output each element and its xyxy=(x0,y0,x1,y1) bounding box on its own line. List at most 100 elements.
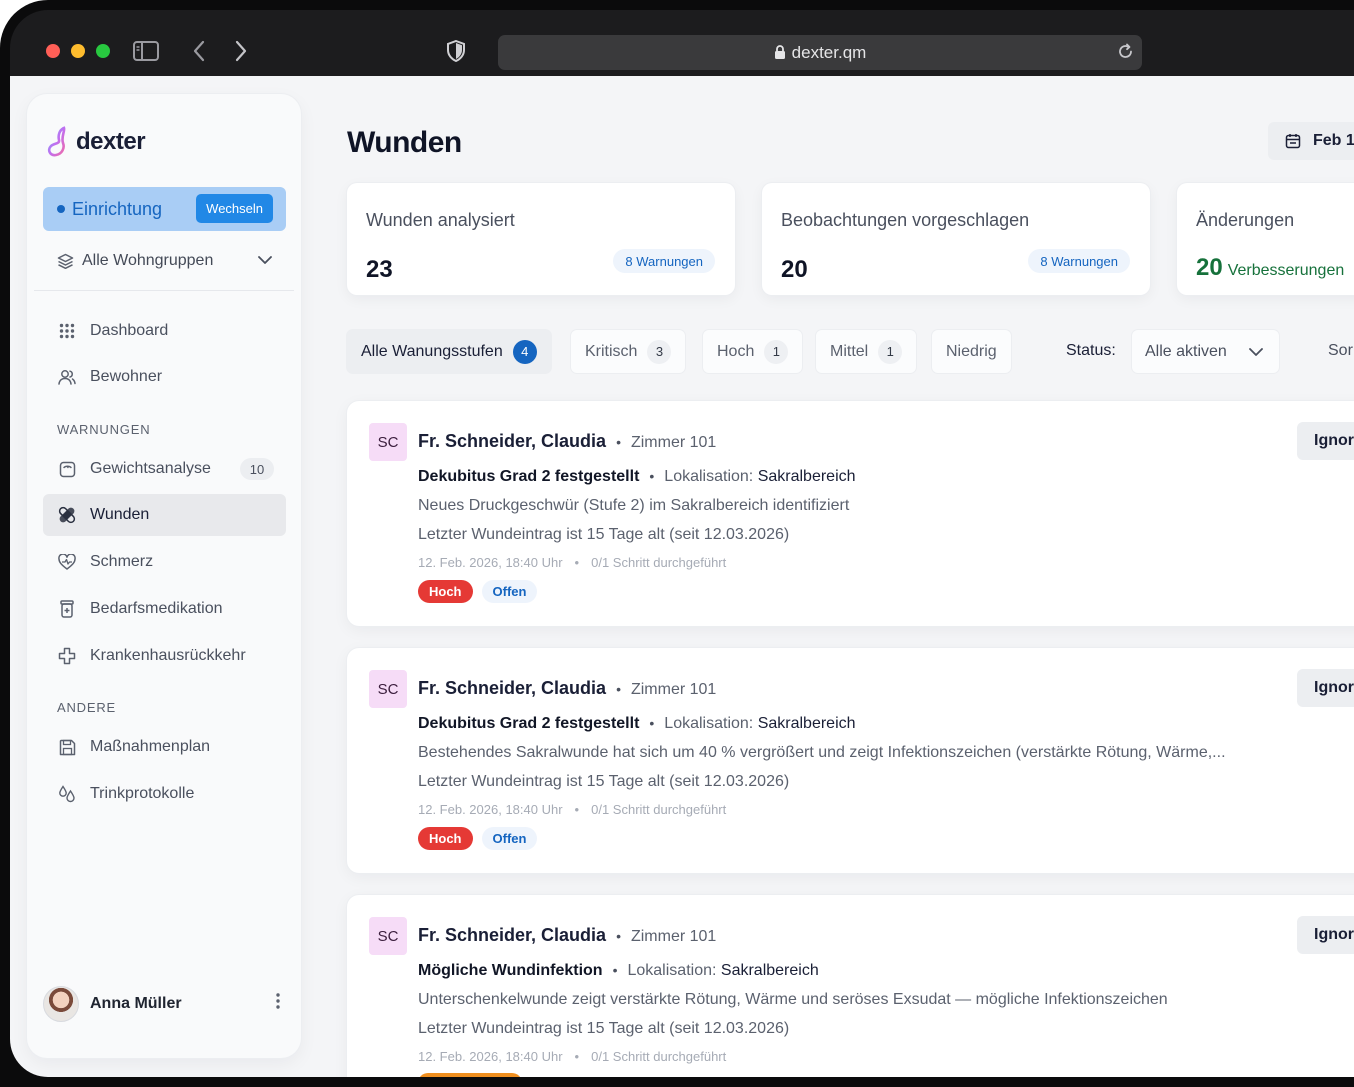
filter-chip-critical[interactable]: Kritisch 3 xyxy=(571,330,686,373)
warning-card[interactable]: SC Fr. Schneider, Claudia • Zimmer 101 D… xyxy=(347,401,1354,626)
section-heading-other: ANDERE xyxy=(57,700,116,715)
patient-name[interactable]: Fr. Schneider, Claudia xyxy=(418,431,606,452)
stat-title: Beobachtungen vorgeschlagen xyxy=(781,210,1030,230)
users-icon xyxy=(57,367,77,387)
count-badge: 10 xyxy=(240,458,274,480)
facility-label: Einrichtung xyxy=(72,198,163,219)
status-select-value: Alle aktiven xyxy=(1145,342,1227,360)
patient-name[interactable]: Fr. Schneider, Claudia xyxy=(418,678,606,699)
sidebar-item-bewohner[interactable]: Bewohner xyxy=(43,356,286,398)
filter-chip-medium[interactable]: Mittel 1 xyxy=(816,330,917,373)
shield-icon[interactable] xyxy=(446,38,466,64)
diagnosis-title: Dekubitus Grad 2 festgestellt xyxy=(418,468,640,485)
last-entry-note: Letzter Wundeintrag ist 15 Tage alt (sei… xyxy=(418,773,790,790)
timestamp: 12. Feb. 2026, 18:40 Uhr xyxy=(418,555,563,570)
maximize-window-button[interactable] xyxy=(96,44,110,58)
room-label: Zimmer 101 xyxy=(630,434,717,451)
date-picker-button[interactable]: Feb 1 xyxy=(1268,122,1354,160)
address-bar[interactable]: dexter.qm xyxy=(498,35,1142,70)
browser-titlebar: dexter.qm xyxy=(10,10,1354,76)
warnings-badge[interactable]: 8 Warnungen xyxy=(613,249,715,273)
location-label: Lokalisation: xyxy=(664,715,754,732)
patient-initials: SC xyxy=(369,423,407,461)
warnings-badge[interactable]: 8 Warnungen xyxy=(1028,249,1130,273)
filter-chip-all[interactable]: Alle Wanungsstufen 4 xyxy=(347,330,551,373)
minimize-window-button[interactable] xyxy=(71,44,85,58)
patient-initials: SC xyxy=(369,670,407,708)
chip-label: Niedrig xyxy=(946,342,997,360)
page-title: Wunden xyxy=(347,126,462,159)
ignore-button[interactable]: Ignor xyxy=(1297,422,1354,460)
grid-icon xyxy=(57,321,77,341)
sidebar-item-gewichtsanalyse[interactable]: Gewichtsanalyse 10 xyxy=(43,448,286,490)
url-text: dexter.qm xyxy=(791,42,867,62)
status-badge: Offen xyxy=(481,827,538,850)
last-entry-note: Letzter Wundeintrag ist 15 Tage alt (sei… xyxy=(418,1020,790,1037)
sidebar-item-label: Krankenhausrückkehr xyxy=(90,647,246,664)
patient-name[interactable]: Fr. Schneider, Claudia xyxy=(418,925,606,946)
group-select[interactable]: Alle Wohngruppen xyxy=(57,249,272,273)
separator-dot: • xyxy=(649,715,655,731)
chip-label: Alle Wanungsstufen xyxy=(361,342,503,360)
brand-name: dexter xyxy=(76,128,146,155)
filter-chip-high[interactable]: Hoch 1 xyxy=(703,330,803,373)
sidebar-item-wunden[interactable]: Wunden xyxy=(43,494,286,536)
medicine-icon xyxy=(57,599,77,619)
switch-facility-button[interactable]: Wechseln xyxy=(196,194,273,223)
sidebar-item-dashboard[interactable]: Dashboard xyxy=(43,310,286,352)
diagnosis-row: Dekubitus Grad 2 festgestellt • Lokalisa… xyxy=(418,468,856,486)
severity-badge: Hoch xyxy=(418,580,473,603)
diagnosis-title: Dekubitus Grad 2 festgestellt xyxy=(418,715,640,732)
progress-text: 0/1 Schritt durchgeführt xyxy=(591,555,727,570)
filter-chip-low[interactable]: Niedrig xyxy=(932,330,1011,373)
stat-value: 20 xyxy=(781,256,808,283)
sidebar-item-schmerz[interactable]: Schmerz xyxy=(43,541,286,583)
forward-arrow-icon[interactable] xyxy=(234,38,248,64)
sort-label[interactable]: Sor xyxy=(1328,342,1353,360)
separator-dot: • xyxy=(616,434,621,450)
warning-card[interactable]: SC Fr. Schneider, Claudia • Zimmer 101 D… xyxy=(347,648,1354,873)
warning-description: Bestehendes Sakralwunde hat sich um 40 %… xyxy=(418,744,1226,761)
patient-row: Fr. Schneider, Claudia • Zimmer 101 xyxy=(418,925,716,946)
warning-description: Unterschenkelwunde zeigt verstärkte Rötu… xyxy=(418,991,1168,1008)
facility-selector[interactable]: Einrichtung Wechseln xyxy=(43,187,286,231)
progress-text: 0/1 Schritt durchgeführt xyxy=(591,802,727,817)
bandage-icon xyxy=(57,505,77,525)
warning-card[interactable]: SC Fr. Schneider, Claudia • Zimmer 101 M… xyxy=(347,895,1354,1077)
sidebar-item-label: Gewichtsanalyse xyxy=(90,460,211,477)
back-arrow-icon[interactable] xyxy=(192,38,206,64)
status-select[interactable]: Alle aktiven xyxy=(1132,330,1279,373)
stat-title: Wunden analysiert xyxy=(366,210,515,230)
progress-text: 0/1 Schritt durchgeführt xyxy=(591,1049,727,1064)
brand-logo[interactable]: dexter xyxy=(44,126,146,158)
section-heading-warnings: WARNUNGEN xyxy=(57,422,151,437)
sidebar-item-bedarfsmedikation[interactable]: Bedarfsmedikation xyxy=(43,588,286,630)
reload-icon[interactable] xyxy=(1117,43,1134,60)
patient-row: Fr. Schneider, Claudia • Zimmer 101 xyxy=(418,678,716,699)
user-profile[interactable]: Anna Müller xyxy=(43,984,286,1024)
sidebar-item-krankenhausrueckkehr[interactable]: Krankenhausrückkehr xyxy=(43,635,286,677)
card-meta: 12. Feb. 2026, 18:40 Uhr • 0/1 Schritt d… xyxy=(418,802,726,817)
user-name: Anna Müller xyxy=(90,995,182,1012)
heart-pulse-icon xyxy=(57,552,77,572)
close-window-button[interactable] xyxy=(46,44,60,58)
timestamp: 12. Feb. 2026, 18:40 Uhr xyxy=(418,1049,563,1064)
sidebar-toggle-icon[interactable] xyxy=(133,38,159,64)
separator-dot: • xyxy=(574,555,580,570)
avatar[interactable] xyxy=(43,986,79,1022)
last-entry-note: Letzter Wundeintrag ist 15 Tage alt (sei… xyxy=(418,526,790,543)
ignore-button[interactable]: Ignor xyxy=(1297,916,1354,954)
stat-value: 20 xyxy=(1196,254,1223,281)
tag-row: Hoch Offen xyxy=(418,827,538,850)
room-label: Zimmer 101 xyxy=(630,681,717,698)
sidebar-item-trinkprotokolle[interactable]: Trinkprotokolle xyxy=(43,773,286,815)
location-value: Sakralbereich xyxy=(757,468,856,485)
chip-label: Hoch xyxy=(717,342,755,360)
more-vertical-icon[interactable] xyxy=(276,992,280,1015)
sidebar-item-massnahmenplan[interactable]: Maßnahmenplan xyxy=(43,726,286,768)
separator-dot: • xyxy=(649,468,655,484)
dexter-logo-icon xyxy=(47,126,66,157)
save-icon xyxy=(57,737,77,757)
ignore-button[interactable]: Ignor xyxy=(1297,669,1354,707)
sidebar-item-label: Bewohner xyxy=(90,368,163,385)
